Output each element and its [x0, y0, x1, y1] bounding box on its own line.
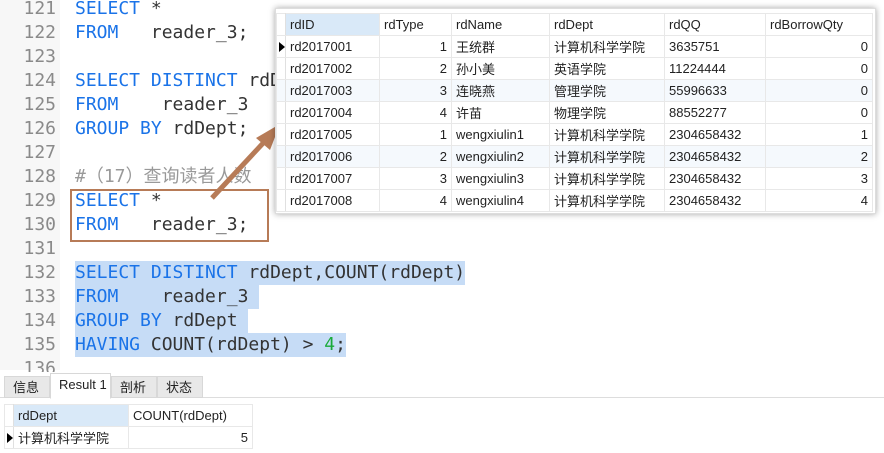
- tab-2[interactable]: 剖析: [111, 376, 157, 398]
- table-cell[interactable]: rd2017007: [285, 167, 380, 190]
- column-header[interactable]: rdDept: [549, 13, 665, 36]
- table-cell[interactable]: 4: [765, 189, 873, 212]
- table-row[interactable]: rd2017001 1 王统群 计算机科学学院 3635751 0: [276, 35, 873, 58]
- table-cell[interactable]: 4: [379, 101, 452, 124]
- row-indicator: [276, 101, 286, 124]
- result-grid: rdDept COUNT(rdDept) 计算机科学学院 5: [4, 404, 253, 449]
- table-cell[interactable]: 2304658432: [664, 145, 766, 168]
- tab-0[interactable]: 信息: [4, 376, 50, 398]
- row-indicator: [276, 35, 286, 58]
- table-cell[interactable]: 0: [765, 57, 873, 80]
- table-row[interactable]: rd2017006 2 wengxiulin2 计算机科学学院 2304658432 2: [276, 145, 873, 168]
- table-cell[interactable]: 3: [379, 167, 452, 190]
- table-cell[interactable]: wengxiulin1: [451, 123, 550, 146]
- table-cell[interactable]: 王统群: [451, 35, 550, 58]
- table-cell[interactable]: 英语学院: [549, 57, 665, 80]
- table-cell[interactable]: 0: [765, 79, 873, 102]
- table-cell[interactable]: 计算机科学学院: [549, 189, 665, 212]
- table-cell[interactable]: rd2017002: [285, 57, 380, 80]
- table-cell[interactable]: 2: [765, 145, 873, 168]
- table-cell[interactable]: 5: [128, 426, 253, 449]
- table-cell[interactable]: wengxiulin4: [451, 189, 550, 212]
- table-cell[interactable]: 2: [379, 145, 452, 168]
- table-cell[interactable]: 计算机科学学院: [549, 145, 665, 168]
- table-cell[interactable]: 管理学院: [549, 79, 665, 102]
- table-cell[interactable]: 2: [379, 57, 452, 80]
- table-row[interactable]: rd2017003 3 连晓燕 管理学院 55996633 0: [276, 79, 873, 102]
- table-row[interactable]: 计算机科学学院 5: [4, 426, 253, 449]
- table-cell[interactable]: rd2017004: [285, 101, 380, 124]
- table-cell[interactable]: 3635751: [664, 35, 766, 58]
- table-cell[interactable]: wengxiulin2: [451, 145, 550, 168]
- table-cell[interactable]: 55996633: [664, 79, 766, 102]
- table-cell[interactable]: 2304658432: [664, 167, 766, 190]
- table-cell[interactable]: 0: [765, 101, 873, 124]
- table-row[interactable]: rd2017002 2 孙小美 英语学院 11224444 0: [276, 57, 873, 80]
- table-cell[interactable]: rd2017008: [285, 189, 380, 212]
- table-cell[interactable]: 88552277: [664, 101, 766, 124]
- column-header[interactable]: rdDept: [13, 404, 129, 427]
- table-cell[interactable]: 2304658432: [664, 189, 766, 212]
- result-tabs: 信息 Result 1 剖析 状态: [0, 372, 884, 399]
- table-row[interactable]: rd2017008 4 wengxiulin4 计算机科学学院 2304658432 4: [276, 189, 873, 212]
- table-cell[interactable]: 计算机科学学院: [549, 123, 665, 146]
- row-indicator: [4, 426, 14, 449]
- table-cell[interactable]: 计算机科学学院: [549, 167, 665, 190]
- current-row-pointer-icon: [279, 42, 285, 52]
- column-header[interactable]: rdID: [285, 13, 380, 36]
- column-header[interactable]: rdBorrowQty: [765, 13, 873, 36]
- table-cell[interactable]: 孙小美: [451, 57, 550, 80]
- table-cell[interactable]: 3: [379, 79, 452, 102]
- tab-3[interactable]: 状态: [157, 376, 203, 398]
- column-header[interactable]: COUNT(rdDept): [128, 404, 253, 427]
- table-cell[interactable]: 许苗: [451, 101, 550, 124]
- query-result-popup: rdID rdType rdName rdDept rdQQ rdBorrowQty rd2…: [275, 8, 876, 214]
- table-cell[interactable]: 0: [765, 35, 873, 58]
- current-row-pointer-icon: [7, 433, 13, 443]
- table-cell[interactable]: 连晓燕: [451, 79, 550, 102]
- table-cell[interactable]: 计算机科学学院: [13, 426, 129, 449]
- table-cell[interactable]: rd2017006: [285, 145, 380, 168]
- row-indicator: [276, 57, 286, 80]
- table-cell[interactable]: 2304658432: [664, 123, 766, 146]
- table-cell[interactable]: 3: [765, 167, 873, 190]
- column-header[interactable]: rdName: [451, 13, 550, 36]
- column-header[interactable]: rdType: [379, 13, 452, 36]
- tab-1[interactable]: Result 1: [50, 373, 111, 399]
- table-cell[interactable]: 1: [379, 35, 452, 58]
- table-cell[interactable]: 1: [765, 123, 873, 146]
- row-indicator: [276, 145, 286, 168]
- table-row[interactable]: rd2017005 1 wengxiulin1 计算机科学学院 2304658432 1: [276, 123, 873, 146]
- header-row: rdID rdType rdName rdDept rdQQ rdBorrowQty: [276, 13, 873, 36]
- row-indicator: [276, 13, 286, 36]
- table-cell[interactable]: rd2017001: [285, 35, 380, 58]
- table-cell[interactable]: 11224444: [664, 57, 766, 80]
- table-cell[interactable]: rd2017003: [285, 79, 380, 102]
- table-cell[interactable]: rd2017005: [285, 123, 380, 146]
- table-cell[interactable]: 物理学院: [549, 101, 665, 124]
- table-cell[interactable]: 4: [379, 189, 452, 212]
- column-header[interactable]: rdQQ: [664, 13, 766, 36]
- table-cell[interactable]: 1: [379, 123, 452, 146]
- row-indicator: [276, 167, 286, 190]
- row-indicator: [276, 79, 286, 102]
- table-row[interactable]: rd2017007 3 wengxiulin3 计算机科学学院 2304658432 3: [276, 167, 873, 190]
- table-row[interactable]: rd2017004 4 许苗 物理学院 88552277 0: [276, 101, 873, 124]
- row-indicator: [276, 123, 286, 146]
- row-indicator: [276, 189, 286, 212]
- header-row: rdDept COUNT(rdDept): [4, 404, 253, 427]
- table-cell[interactable]: wengxiulin3: [451, 167, 550, 190]
- row-indicator: [4, 404, 14, 427]
- table-cell[interactable]: 计算机科学学院: [549, 35, 665, 58]
